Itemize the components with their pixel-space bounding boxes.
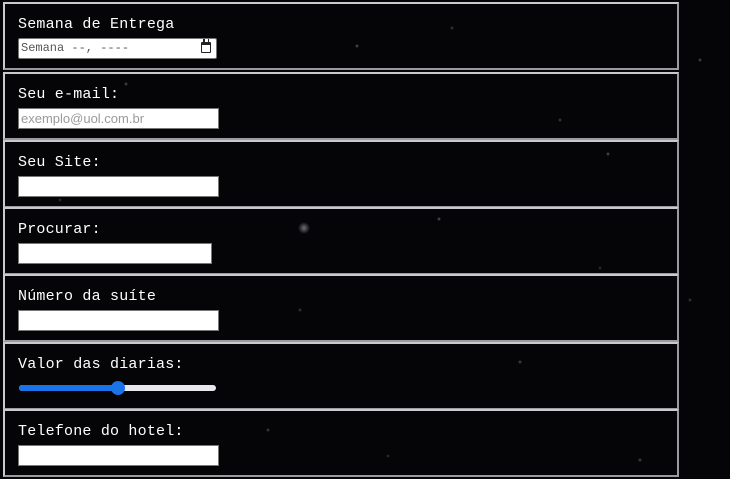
hotel-phone-field[interactable]	[18, 445, 219, 466]
slider-fill	[19, 385, 118, 391]
email-label: Seu e-mail:	[18, 86, 120, 103]
hotel-phone-label: Telefone do hotel:	[18, 423, 184, 440]
email-field[interactable]	[18, 108, 219, 129]
week-input[interactable]: Semana --, ----	[18, 38, 217, 59]
week-label: Semana de Entrega	[18, 16, 175, 33]
search-input[interactable]	[18, 243, 212, 264]
daily-rate-slider[interactable]	[19, 381, 216, 395]
field-search: Procurar:	[3, 207, 679, 275]
calendar-icon[interactable]	[201, 39, 211, 53]
field-site: Seu Site:	[3, 140, 679, 208]
week-display-text: Semana --, ----	[21, 41, 130, 55]
slider-thumb[interactable]	[110, 381, 125, 395]
field-suite-number: Número da suíte	[3, 274, 679, 342]
daily-rate-label: Valor das diarias:	[18, 356, 184, 373]
field-daily-rate: Valor das diarias:	[3, 342, 679, 410]
site-label: Seu Site:	[18, 154, 101, 171]
site-field[interactable]	[18, 176, 219, 197]
field-hotel-phone: Telefone do hotel:	[3, 409, 679, 477]
search-label: Procurar:	[18, 221, 101, 238]
suite-number-label: Número da suíte	[18, 288, 157, 305]
field-email: Seu e-mail:	[3, 72, 679, 140]
field-week: Semana de Entrega Semana --, ----	[3, 2, 679, 70]
suite-number-field[interactable]	[18, 310, 219, 331]
hotel-form: Semana de Entrega Semana --, ---- Seu e-…	[3, 0, 679, 479]
